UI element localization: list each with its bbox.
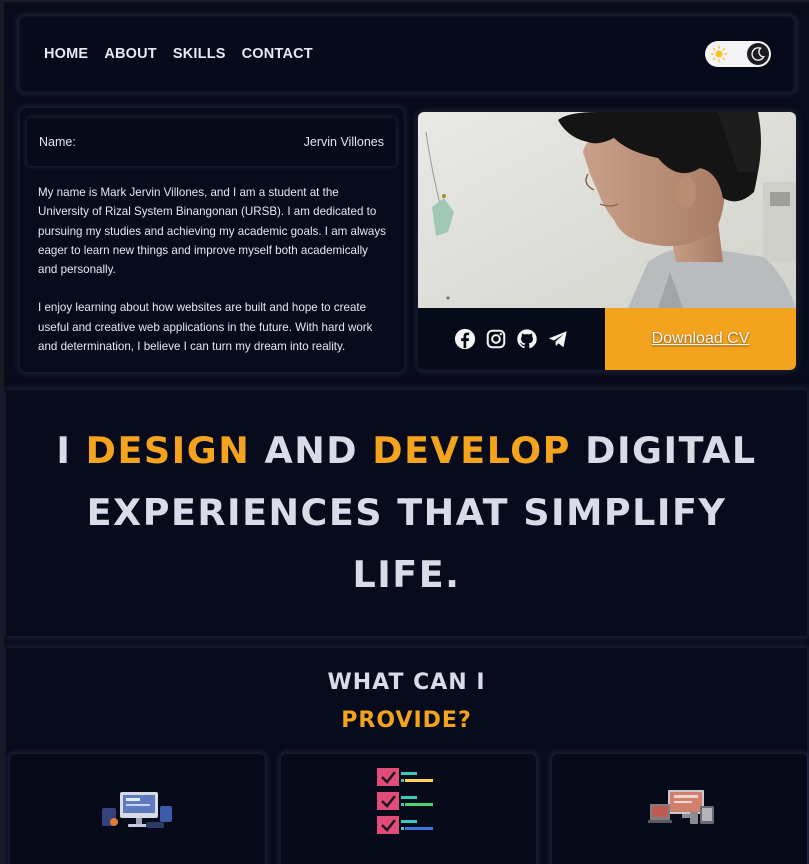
moon-icon: [751, 47, 765, 61]
telegram-icon[interactable]: [547, 328, 569, 350]
theme-toggle[interactable]: [705, 41, 771, 67]
profile-photo: [418, 112, 796, 308]
bio: My name is Mark Jervin Villones, and I a…: [38, 183, 390, 356]
hero-word: AND: [264, 429, 359, 472]
responsive-devices-illustration-icon: [648, 790, 714, 824]
social-links: [418, 308, 605, 370]
name-row: Name: Jervin Villones: [27, 118, 396, 166]
services-title-accent: PROVIDE?: [341, 708, 472, 733]
nav-links: HOME ABOUT SKILLS CONTACT: [44, 46, 313, 62]
services-section: WHAT CAN I PROVIDE?: [6, 648, 807, 864]
page: HOME ABOUT SKILLS CONTACT Name: Jervin V…: [4, 2, 809, 864]
github-icon[interactable]: [516, 328, 538, 350]
nav-contact-link[interactable]: CONTACT: [242, 46, 313, 62]
instagram-icon[interactable]: [485, 328, 507, 350]
name-label: Name:: [39, 135, 76, 149]
nav-skills-link[interactable]: SKILLS: [173, 46, 226, 62]
service-card[interactable]: [552, 754, 807, 864]
service-card[interactable]: [281, 754, 536, 864]
photo-card-footer: Download CV: [418, 308, 796, 370]
bio-paragraph: I enjoy learning about how websites are …: [38, 301, 373, 354]
hero-accent-design: DESIGN: [85, 429, 251, 472]
photo-card: Download CV: [418, 112, 796, 370]
web-design-illustration-icon: [102, 792, 172, 828]
hero-accent-develop: DEVELOP: [372, 429, 571, 472]
theme-toggle-knob: [747, 43, 769, 65]
services-title: WHAT CAN I: [327, 670, 486, 695]
hero-word: I: [56, 429, 72, 472]
download-cv-button[interactable]: Download CV: [605, 308, 796, 370]
service-card[interactable]: [10, 754, 265, 864]
nav-home-link[interactable]: HOME: [44, 46, 88, 62]
facebook-icon[interactable]: [454, 328, 476, 350]
navbar: HOME ABOUT SKILLS CONTACT: [19, 16, 795, 92]
nav-about-link[interactable]: ABOUT: [104, 46, 157, 62]
profile-card: Name: Jervin Villones My name is Mark Je…: [20, 108, 404, 372]
hero-section: I DESIGN AND DEVELOP DIGITAL EXPERIENCES…: [6, 390, 807, 636]
bio-paragraph: My name is Mark Jervin Villones, and I a…: [38, 186, 386, 277]
checklist-illustration-icon: [377, 768, 433, 834]
sun-icon: [710, 45, 728, 63]
hero-headline: I DESIGN AND DEVELOP DIGITAL EXPERIENCES…: [27, 420, 787, 606]
name-value: Jervin Villones: [303, 135, 384, 149]
